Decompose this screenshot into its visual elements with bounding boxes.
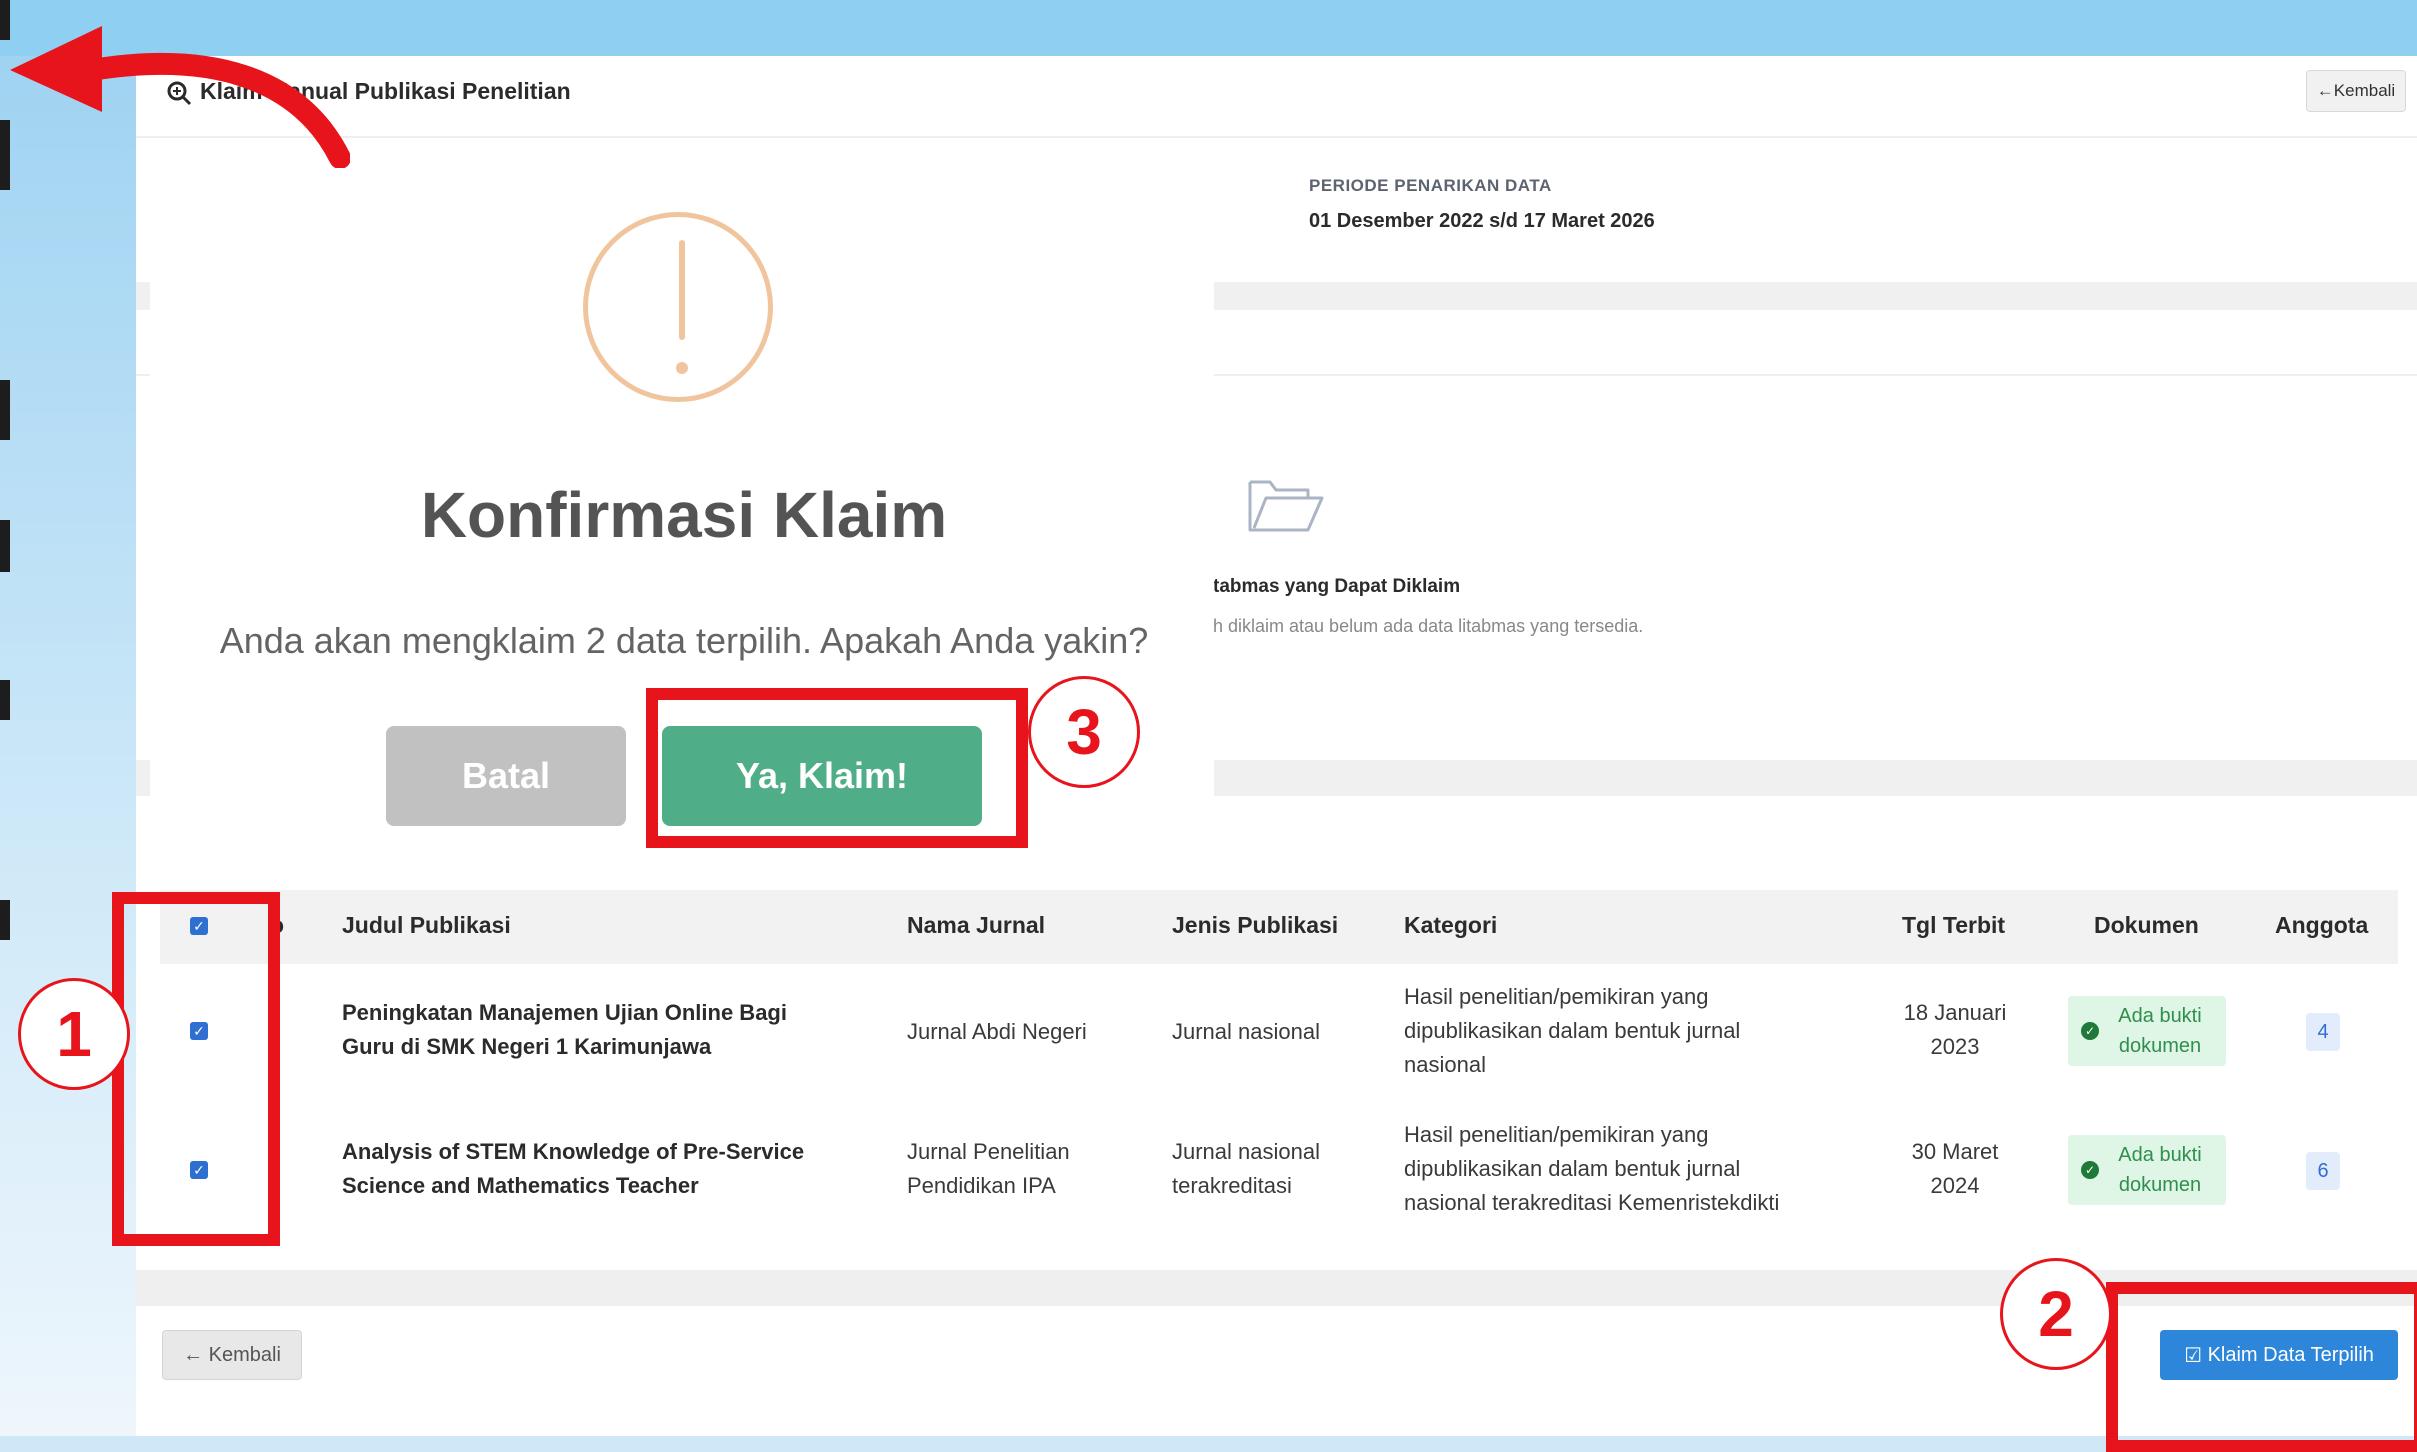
member-count-badge[interactable]: 6 — [2306, 1152, 2340, 1190]
sidebar-text-fragment — [0, 680, 10, 720]
exclamation-icon-bar — [679, 240, 685, 340]
top-background-band — [0, 0, 2417, 56]
back-button-top[interactable]: ← Kembali — [2306, 70, 2406, 112]
column-header-dokumen[interactable]: Dokumen — [2094, 912, 2199, 939]
check-circle-icon: ✓ — [2081, 1161, 2099, 1179]
empty-state-description: h diklaim atau belum ada data litabmas y… — [1213, 616, 1644, 636]
table-cell-judul: Analysis of STEM Knowledge of Pre-Servic… — [342, 1139, 805, 1198]
highlight-box-step-1 — [112, 892, 280, 1246]
table-cell-jurnal: Jurnal Penelitian Pendidikan IPA — [907, 1139, 1070, 1198]
table-cell-jenis: Jurnal nasional terakreditasi — [1172, 1139, 1320, 1198]
step-number-3: 3 — [1028, 676, 1140, 788]
document-status-text: Ada bukti dokumen — [2118, 1144, 2202, 1196]
step-number-1: 1 — [18, 978, 130, 1090]
document-status-text: Ada bukti dokumen — [2118, 1005, 2202, 1057]
cancel-button[interactable]: Batal — [386, 726, 626, 826]
sidebar-text-fragment — [0, 120, 10, 190]
sidebar-text-fragment — [0, 520, 10, 572]
empty-state-title: tabmas yang Dapat Diklaim — [1213, 576, 1461, 597]
column-header-judul[interactable]: Judul Publikasi — [342, 912, 511, 939]
highlight-box-step-2 — [2106, 1282, 2417, 1452]
curved-arrow-annotation — [10, 8, 351, 173]
dialog-message: Anda akan mengklaim 2 data terpilih. Apa… — [219, 620, 1149, 661]
column-header-jurnal[interactable]: Nama Jurnal — [907, 912, 1045, 939]
table-cell-tgl: 30 Maret 2024 — [1911, 1139, 1999, 1198]
header-divider — [136, 136, 2417, 138]
table-cell-jurnal: Jurnal Abdi Negeri — [907, 1019, 1087, 1044]
column-header-kategori[interactable]: Kategori — [1404, 912, 1497, 939]
exclamation-icon-dot — [676, 362, 688, 374]
dialog-title: Konfirmasi Klaim — [420, 479, 948, 551]
table-cell-tgl: 18 Januari 2023 — [1903, 1000, 2007, 1059]
table-cell-kategori: Hasil penelitian/pemikiran yang dipublik… — [1404, 984, 1741, 1077]
highlight-box-step-3 — [646, 688, 1028, 848]
table-cell-kategori: Hasil penelitian/pemikiran yang dipublik… — [1404, 1122, 1780, 1215]
folder-open-icon — [1246, 472, 1326, 541]
column-header-jenis[interactable]: Jenis Publikasi — [1172, 912, 1338, 939]
column-header-tgl[interactable]: Tgl Terbit — [1902, 912, 2005, 939]
periode-label: PERIODE PENARIKAN DATA — [1309, 176, 1552, 195]
sidebar-text-fragment — [0, 0, 10, 40]
arrow-left-icon: ← — [2316, 81, 2334, 100]
arrow-left-icon: ← — [183, 1343, 209, 1366]
table-cell-jenis: Jurnal nasional — [1172, 1019, 1320, 1044]
step-number-2: 2 — [2000, 1258, 2112, 1370]
sidebar-text-fragment — [0, 380, 10, 440]
table-cell-judul: Peningkatan Manajemen Ujian Online Bagi … — [342, 1000, 787, 1059]
exclamation-icon — [583, 212, 773, 402]
column-header-anggota[interactable]: Anggota — [2275, 912, 2368, 939]
check-circle-icon: ✓ — [2081, 1022, 2099, 1040]
member-count-badge[interactable]: 4 — [2306, 1013, 2340, 1051]
periode-value: 01 Desember 2022 s/d 17 Maret 2026 — [1309, 210, 1655, 232]
back-button-bottom[interactable]: ← Kembali — [162, 1330, 302, 1380]
sidebar-text-fragment — [0, 900, 10, 940]
